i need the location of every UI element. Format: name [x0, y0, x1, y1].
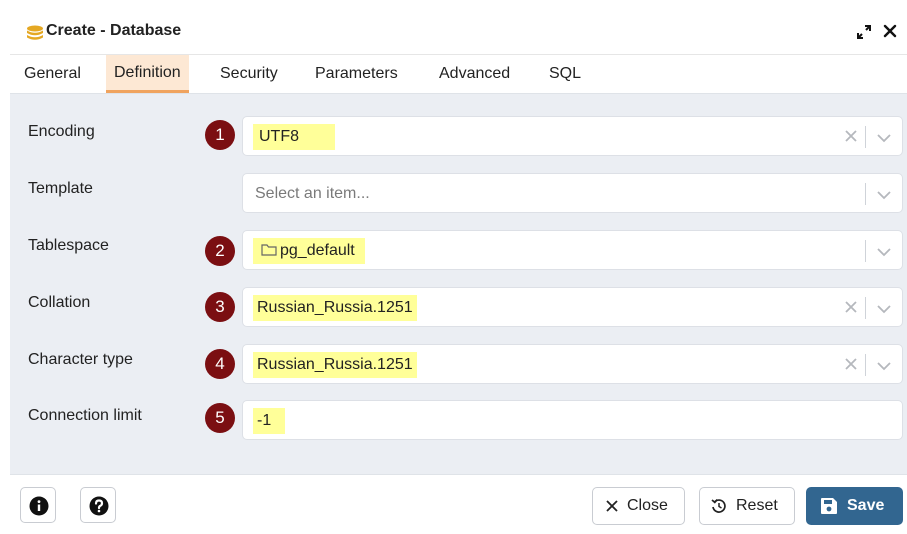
- annotation-badge-5: 5: [205, 403, 235, 433]
- save-button-label: Save: [847, 497, 885, 514]
- close-icon[interactable]: [882, 23, 898, 39]
- clear-icon[interactable]: [844, 300, 858, 314]
- tab-security[interactable]: Security: [212, 55, 286, 93]
- encoding-value: UTF8: [253, 124, 335, 150]
- template-label: Template: [28, 180, 93, 197]
- annotation-badge-4: 4: [205, 349, 235, 379]
- annotation-badge-2: 2: [205, 236, 235, 266]
- tab-bar: General Definition Security Parameters A…: [10, 55, 907, 94]
- encoding-label: Encoding: [28, 123, 95, 140]
- chevron-down-icon[interactable]: [876, 245, 892, 257]
- connection-limit-value: -1: [253, 408, 286, 434]
- tab-parameters[interactable]: Parameters: [307, 55, 406, 93]
- select-separator: [865, 126, 866, 148]
- expand-icon[interactable]: [855, 23, 873, 41]
- select-separator: [865, 240, 866, 262]
- encoding-select[interactable]: UTF8: [242, 116, 903, 156]
- info-icon: [29, 496, 49, 516]
- template-select[interactable]: Select an item...: [242, 173, 903, 213]
- collation-value: Russian_Russia.1251: [253, 295, 417, 321]
- create-database-dialog: Create - Database General Definition Sec…: [10, 10, 907, 534]
- tab-advanced[interactable]: Advanced: [431, 55, 518, 93]
- collation-label: Collation: [28, 294, 91, 311]
- select-separator: [865, 297, 866, 319]
- clear-icon[interactable]: [844, 357, 858, 371]
- reset-button[interactable]: Reset: [699, 487, 795, 525]
- dialog-title: Create - Database: [46, 22, 182, 39]
- tablespace-value: pg_default: [253, 238, 365, 264]
- tab-definition[interactable]: Definition: [106, 55, 189, 93]
- help-button[interactable]: [80, 487, 116, 523]
- close-icon: [606, 500, 618, 512]
- info-button[interactable]: [20, 487, 56, 523]
- dialog-footer: Close Reset Save: [10, 474, 907, 534]
- connection-limit-input[interactable]: -1: [242, 400, 903, 440]
- reset-button-label: Reset: [736, 497, 778, 514]
- tablespace-label: Tablespace: [28, 237, 109, 254]
- select-separator: [865, 183, 866, 205]
- chevron-down-icon[interactable]: [876, 302, 892, 314]
- database-icon: [26, 25, 44, 41]
- help-icon: [89, 496, 109, 516]
- tab-sql[interactable]: SQL: [541, 55, 589, 93]
- connection-limit-label: Connection limit: [28, 407, 142, 424]
- dialog-titlebar[interactable]: Create - Database: [10, 10, 907, 55]
- clear-icon[interactable]: [844, 129, 858, 143]
- annotation-badge-1: 1: [205, 120, 235, 150]
- save-button[interactable]: Save: [806, 487, 903, 525]
- close-button-label: Close: [627, 497, 668, 514]
- character-type-label: Character type: [28, 351, 133, 368]
- character-type-select[interactable]: Russian_Russia.1251: [242, 344, 903, 384]
- tablespace-select[interactable]: pg_default: [242, 230, 903, 270]
- template-placeholder: Select an item...: [255, 185, 370, 202]
- tab-general[interactable]: General: [16, 55, 89, 93]
- tablespace-value-text: pg_default: [280, 242, 355, 259]
- chevron-down-icon[interactable]: [876, 359, 892, 371]
- chevron-down-icon[interactable]: [876, 131, 892, 143]
- save-icon: [821, 498, 837, 514]
- definition-panel: Encoding 1 UTF8 Template Select an item.…: [10, 94, 907, 474]
- character-type-value: Russian_Russia.1251: [253, 352, 417, 378]
- collation-select[interactable]: Russian_Russia.1251: [242, 287, 903, 327]
- chevron-down-icon[interactable]: [876, 188, 892, 200]
- reset-icon: [711, 499, 726, 513]
- select-separator: [865, 354, 866, 376]
- close-button[interactable]: Close: [592, 487, 685, 525]
- annotation-badge-3: 3: [205, 292, 235, 322]
- folder-icon: [261, 244, 277, 256]
